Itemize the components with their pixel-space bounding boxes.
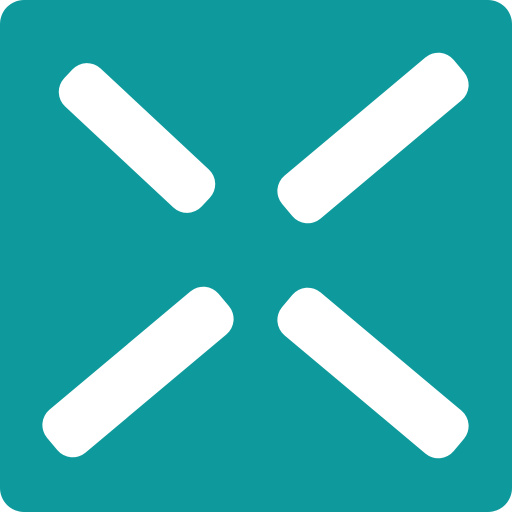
x-logo-icon (0, 0, 512, 512)
app-icon[interactable] (0, 0, 512, 512)
